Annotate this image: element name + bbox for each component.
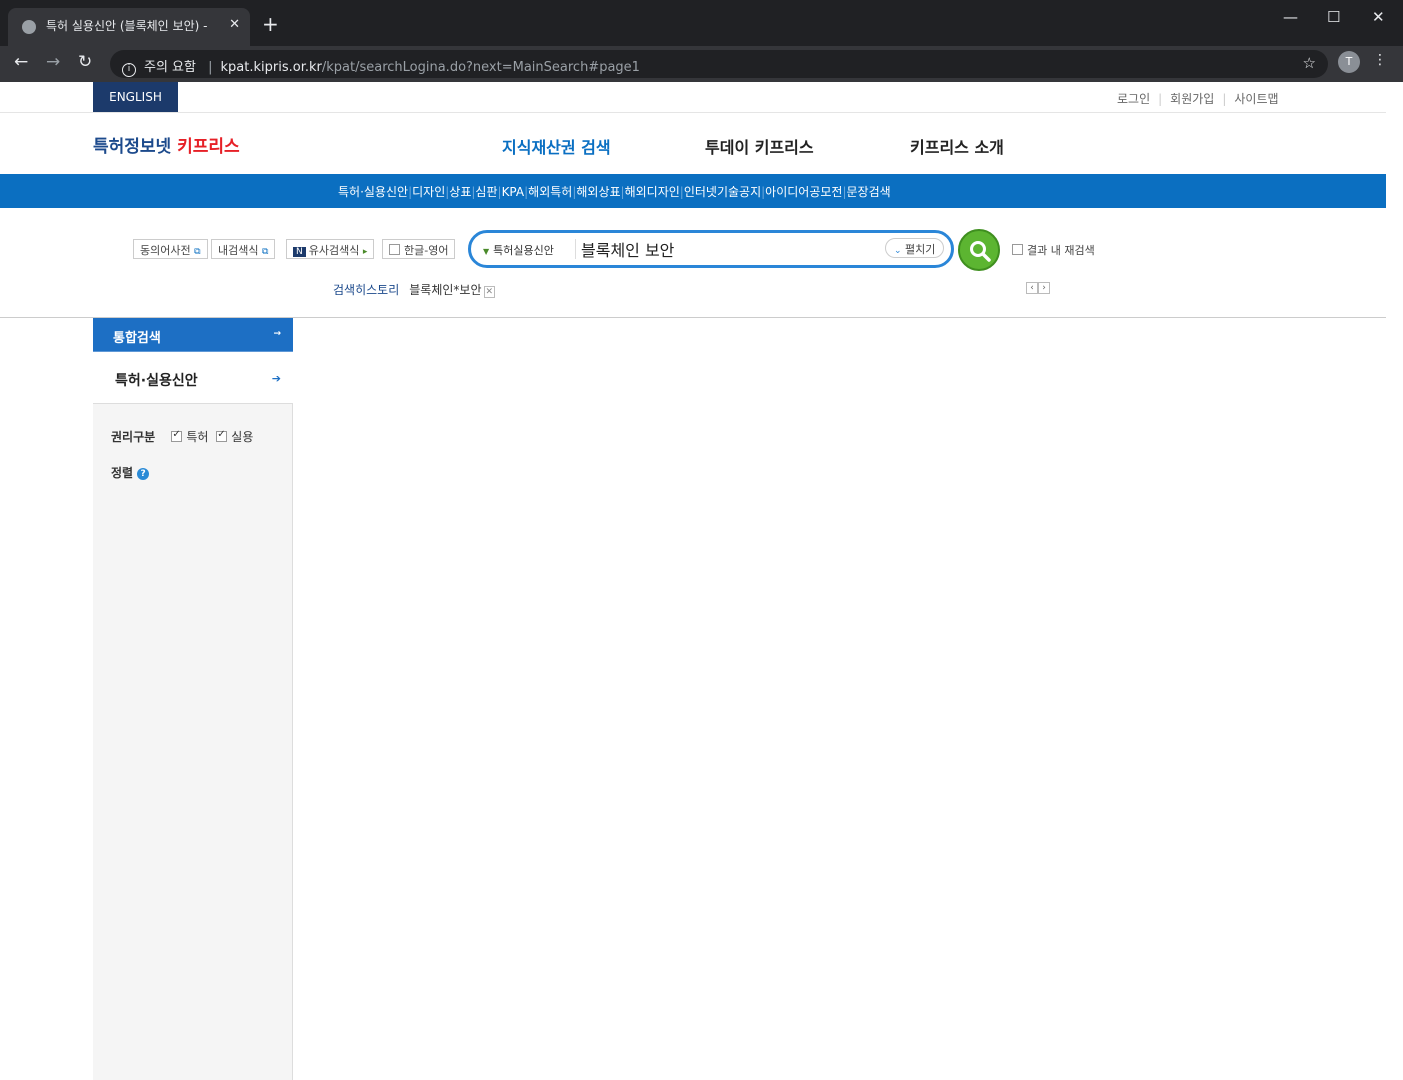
sort-label: 정렬 [111, 466, 134, 480]
nav-patent-label: 특허·실용신안 [115, 373, 198, 389]
login-link[interactable]: 로그인 [1117, 92, 1150, 106]
search-category-select[interactable]: ▼ 특허실용신안 [483, 242, 554, 258]
reload-icon[interactable]: ↻ [78, 52, 92, 72]
bookmark-star-icon[interactable]: ☆ [1303, 54, 1316, 72]
expand-label: 펼치기 [905, 243, 936, 256]
checkbox[interactable] [1012, 244, 1023, 255]
globe-icon [22, 20, 36, 34]
close-tab-icon[interactable]: ✕ [229, 17, 240, 32]
popup-arrow-icon: ⧉ [261, 247, 269, 257]
expand-button[interactable]: ⌄ 펼치기 [885, 238, 945, 258]
security-label: 주의 요함 [144, 60, 196, 75]
utility-links: 로그인 | 회원가입 | 사이트맵 [1117, 92, 1279, 106]
nav-integrated-search[interactable]: 통합검색 → [93, 318, 293, 352]
search-button[interactable] [958, 229, 1000, 271]
logo-prefix: 특허정보넷 [93, 137, 178, 157]
subnav-trial[interactable]: 심판 [475, 185, 497, 199]
history-item[interactable]: 블록체인*보안 [409, 283, 481, 297]
forward-icon[interactable]: → [46, 52, 60, 72]
research-label: 결과 내 재검색 [1027, 244, 1095, 257]
arrow-right-icon: ➔ [271, 372, 281, 385]
kor-eng-toggle[interactable]: 한글-영어 [382, 239, 456, 259]
search-history: 검색히스토리 블록체인*보안 ✕ [333, 281, 496, 298]
nav-ip-search[interactable]: 지식재산권 검색 [502, 134, 611, 158]
search-icon [970, 241, 991, 262]
chevron-right-icon[interactable]: › [1038, 282, 1050, 294]
nav-patent-active[interactable]: 특허·실용신안 ➔ [93, 352, 293, 404]
my-query-button[interactable]: 내검색식 ⧉ [211, 239, 276, 259]
dropdown-triangle-icon: ▼ [483, 247, 490, 256]
similar-query-label: 유사검색식 [308, 244, 360, 257]
address-bar: ← → ↻ i 주의 요함 | kpat.kipris.or.kr/kpat/sea… [0, 46, 1403, 82]
new-tab-button[interactable]: + [262, 12, 279, 36]
rights-label: 권리구분 [111, 430, 156, 444]
search-input[interactable] [581, 237, 881, 261]
chevron-down-icon: ⌄ [894, 246, 902, 256]
nav-today-kipris[interactable]: 투데이 키프리스 [705, 134, 814, 158]
info-icon[interactable]: i [122, 63, 136, 77]
maximize-icon[interactable]: ☐ [1327, 8, 1340, 26]
subnav-trademark[interactable]: 상표 [449, 185, 471, 199]
sub-nav-bar: 특허·실용신안|디자인|상표|심판|KPA|해외특허|해외상표|해외디자인|인터… [0, 174, 1386, 208]
remove-history-icon[interactable]: ✕ [483, 286, 496, 298]
url-host: kpat.kipris.or.kr [220, 60, 322, 75]
popup-arrow-icon: ⧉ [194, 247, 201, 257]
nav-integrated-label: 통합검색 [113, 331, 161, 346]
rights-filter: 권리구분 특허 실용 [111, 428, 253, 445]
subnav-design[interactable]: 디자인 [412, 185, 445, 199]
search-box: ▼특허실용신안 ⌄ 펼치기 [468, 230, 954, 268]
subnav-sentence-search[interactable]: 문장검색 [847, 185, 891, 199]
sitemap-link[interactable]: 사이트맵 [1234, 92, 1278, 106]
kor-eng-label: 한글-영어 [404, 244, 449, 257]
history-label: 검색히스토리 [333, 283, 400, 297]
similar-query-button[interactable]: N 유사검색식 ▸ [286, 239, 375, 259]
menu-kebab-icon[interactable]: ⋮ [1373, 52, 1387, 68]
subnav-foreign-patent[interactable]: 해외특허 [528, 185, 572, 199]
english-link[interactable]: ENGLISH [93, 82, 178, 112]
browser-tab[interactable]: 특허 실용신안 (블록체인 보안) - ✕ [8, 8, 250, 46]
back-icon[interactable]: ← [14, 52, 28, 72]
checkbox-patent[interactable] [171, 429, 183, 442]
new-badge-icon: N [293, 247, 306, 257]
synonym-dict-button[interactable]: 동의어사전 ⧉ [133, 239, 208, 259]
checkbox[interactable] [389, 244, 400, 255]
minimize-icon[interactable]: — [1283, 8, 1298, 26]
tab-title: 특허 실용신안 (블록체인 보안) - [46, 19, 208, 33]
chevron-left-icon[interactable]: ‹ [1026, 282, 1038, 294]
site-logo[interactable]: 특허정보넷 키프리스 [93, 132, 240, 157]
rights-utility-label: 실용 [231, 430, 254, 444]
research-in-results[interactable]: 결과 내 재검색 [1012, 242, 1095, 258]
window-close-icon[interactable]: ✕ [1372, 8, 1385, 26]
subnav-tech-disclosure[interactable]: 인터넷기술공지 [684, 185, 761, 199]
search-divider [575, 239, 576, 259]
sort-heading: 정렬? [111, 464, 150, 481]
subnav-patent[interactable]: 특허·실용신안 [338, 185, 408, 199]
profile-avatar[interactable]: T [1338, 51, 1360, 73]
history-pager: ‹ › [1026, 282, 1050, 294]
signup-link[interactable]: 회원가입 [1170, 92, 1214, 106]
subnav-foreign-trademark[interactable]: 해외상표 [576, 185, 620, 199]
arrow-right-icon: → [273, 329, 281, 339]
url-path: /kpat/searchLogina.do?next=MainSearch#pa… [321, 60, 640, 75]
left-sidebar: 통합검색 → 특허·실용신안 ➔ 권리구분 특허 실용 정렬? [93, 318, 293, 1080]
subnav-idea-contest[interactable]: 아이디어공모전 [765, 185, 842, 199]
popup-arrow-icon: ▸ [362, 247, 368, 257]
header-divider [0, 112, 1386, 113]
browser-tab-strip: 특허 실용신안 (블록체인 보안) - ✕ + — ☐ ✕ [0, 0, 1403, 46]
help-icon[interactable]: ? [137, 468, 150, 480]
logo-brand: 키프리스 [177, 137, 240, 157]
synonym-dict-label: 동의어사전 [140, 244, 191, 257]
nav-about-kipris[interactable]: 키프리스 소개 [910, 134, 1004, 158]
my-query-label: 내검색식 [218, 244, 259, 257]
subnav-kpa[interactable]: KPA [502, 185, 525, 199]
checkbox-utility[interactable] [216, 429, 228, 442]
url-field[interactable]: i 주의 요함 | kpat.kipris.or.kr/kpat/searchLog… [110, 50, 1328, 78]
subnav-foreign-design[interactable]: 해외디자인 [625, 185, 680, 199]
search-category-label: 특허실용신안 [493, 244, 554, 257]
rights-patent-label: 특허 [186, 430, 209, 444]
page-content: ENGLISH 로그인 | 회원가입 | 사이트맵 특허정보넷 키프리스 지식재산권 검… [0, 82, 1386, 1080]
